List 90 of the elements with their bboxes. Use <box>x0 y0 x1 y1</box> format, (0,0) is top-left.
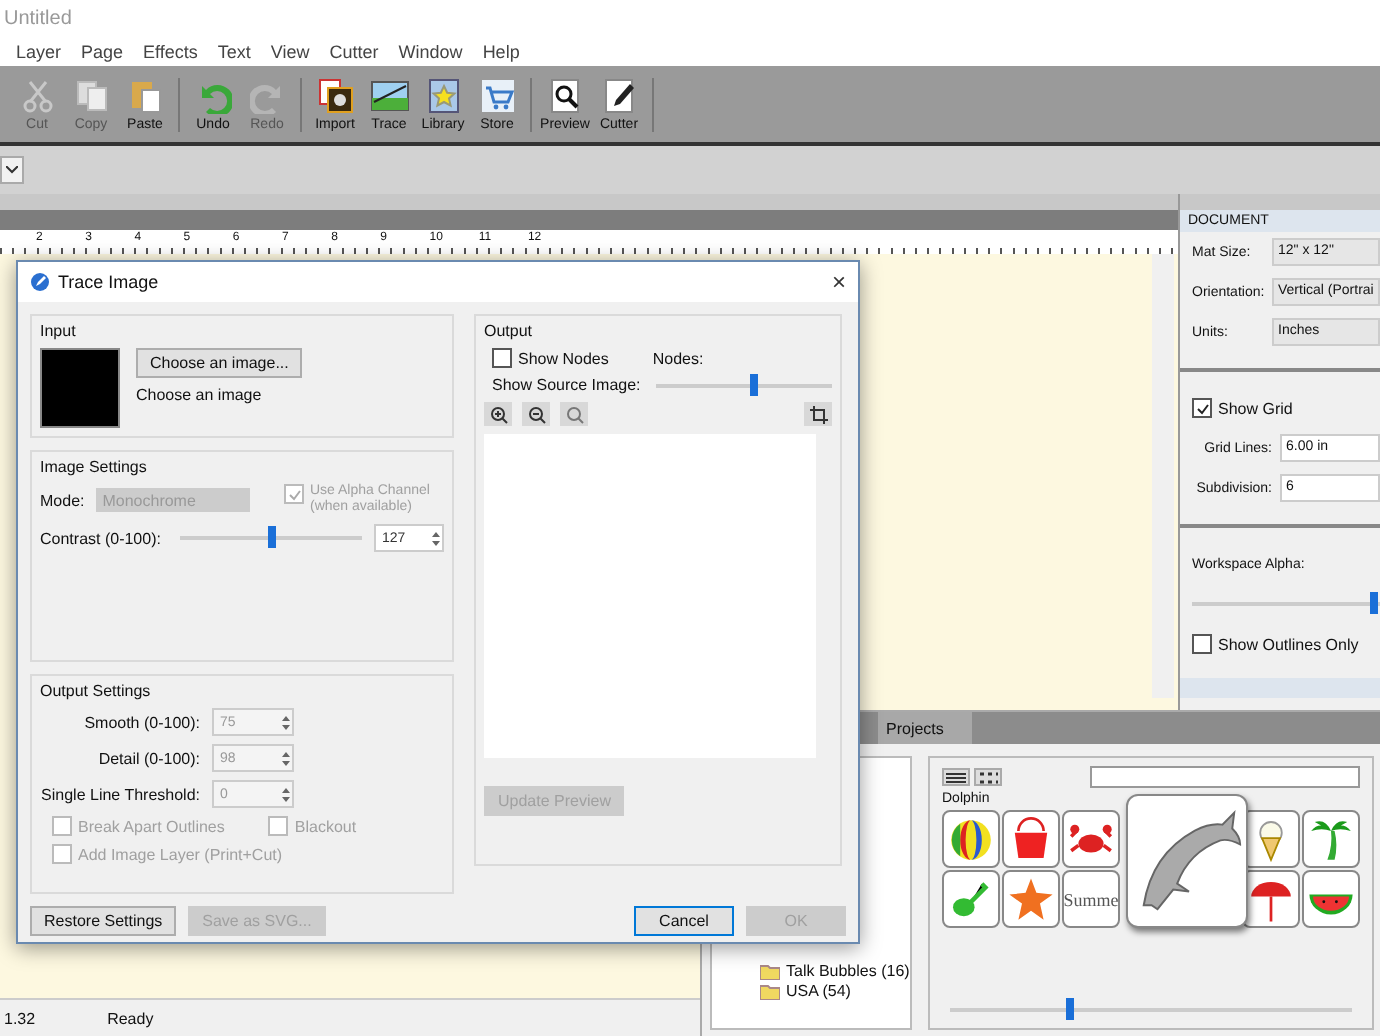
bucket-icon <box>1014 816 1048 857</box>
library-item[interactable] <box>1302 810 1360 868</box>
tab[interactable]: Projects <box>878 712 972 744</box>
slider-thumb[interactable] <box>1370 592 1379 614</box>
slider-thumb[interactable] <box>1066 998 1075 1020</box>
checkbox-label: Add Image Layer (Print+Cut) <box>78 845 283 863</box>
library-item[interactable] <box>1302 870 1360 928</box>
checkbox-label: Show Outlines Only <box>1218 635 1359 653</box>
image-preview <box>40 348 120 428</box>
checkbox[interactable] <box>1192 634 1212 654</box>
watermelon-icon <box>1309 893 1353 914</box>
library-item[interactable]: Summe <box>1062 870 1120 928</box>
library-item[interactable] <box>1062 810 1120 868</box>
paste-icon <box>127 77 163 113</box>
checkbox-label: Show Nodes <box>518 349 609 367</box>
import-icon <box>317 77 353 113</box>
spinner-arrows-icon[interactable] <box>280 713 292 731</box>
magnifier-page-icon <box>547 77 583 113</box>
zoom-in-icon[interactable] <box>484 402 512 426</box>
search-field[interactable] <box>1090 766 1360 788</box>
field-label: Smooth (0-100): <box>82 713 200 731</box>
crop-icon[interactable] <box>804 402 832 426</box>
dolphin-icon <box>1142 810 1242 910</box>
beach-ball-icon <box>951 819 991 859</box>
field-label: Nodes: <box>652 349 704 367</box>
status-text: 1.32 <box>4 1009 36 1027</box>
ice-cream-icon <box>1259 820 1283 862</box>
copy-icon <box>73 77 109 113</box>
field-label: Contrast (0-100): <box>40 529 163 547</box>
library-item[interactable] <box>1126 794 1248 928</box>
spinner-arrows-icon[interactable] <box>280 785 292 803</box>
tree-item[interactable]: Talk Bubbles (16) <box>786 962 910 980</box>
spinner-arrows-icon[interactable] <box>430 529 442 547</box>
star-book-icon <box>425 77 461 113</box>
dialog-button[interactable]: Cancel <box>634 905 734 935</box>
zoom-out-icon[interactable] <box>522 402 550 426</box>
library-item[interactable] <box>1242 810 1300 868</box>
grid-view-button[interactable] <box>974 768 1002 786</box>
scissors-icon <box>19 77 55 113</box>
palm-tree-icon <box>1311 820 1351 859</box>
tree-item[interactable]: USA (54) <box>786 982 851 1000</box>
spinner-arrows-icon[interactable] <box>280 749 292 767</box>
menu-item[interactable]: Help <box>482 41 520 61</box>
checkbox[interactable] <box>492 348 512 368</box>
zoom-fit-icon[interactable] <box>560 402 588 426</box>
checkbox-label: Break Apart Outlines <box>78 817 225 835</box>
crab-icon <box>1069 823 1113 852</box>
library-item[interactable] <box>942 810 1000 868</box>
window-title: Untitled <box>2 5 74 33</box>
field-label: Single Line Threshold: <box>40 785 200 803</box>
landscape-icon <box>369 77 409 113</box>
field-label: Show Source Image: <box>492 376 641 394</box>
menu-item[interactable]: Page <box>81 41 124 61</box>
menu-item[interactable]: Effects <box>143 41 198 61</box>
pen-page-icon <box>601 77 637 113</box>
menu-item[interactable]: Window <box>398 41 463 61</box>
menu-item[interactable]: View <box>270 41 310 61</box>
menu-item[interactable]: Text <box>217 41 251 61</box>
library-item[interactable] <box>1002 810 1060 868</box>
scrollbar[interactable] <box>1152 254 1174 698</box>
cart-icon <box>479 77 515 113</box>
menu-item[interactable]: Layer <box>16 41 62 61</box>
slider-thumb[interactable] <box>749 373 758 395</box>
field-label: Detail (0-100): <box>96 749 200 767</box>
dialog-button[interactable]: Restore Settings <box>30 905 177 935</box>
image-note: Choose an image <box>136 386 264 404</box>
starfish-icon <box>1009 877 1053 919</box>
library-item[interactable] <box>1002 870 1060 928</box>
group-title: Image Settings <box>40 458 149 476</box>
choose-image-button[interactable]: Choose an image... <box>136 348 303 378</box>
pencil-icon <box>30 272 50 292</box>
beach-umbrella-icon <box>1251 881 1291 921</box>
library-item[interactable] <box>1242 870 1300 928</box>
slider-thumb[interactable] <box>267 526 275 548</box>
checkbox-label: Blackout <box>294 817 357 835</box>
caret-icon <box>6 166 18 174</box>
status-text: Ready <box>107 1009 154 1027</box>
list-view-button[interactable] <box>942 768 970 786</box>
dialog-title: Trace Image <box>58 272 159 292</box>
checkbox-label: Show Grid <box>1218 399 1293 417</box>
checkbox[interactable] <box>1192 398 1212 418</box>
library-item[interactable] <box>942 870 1000 928</box>
group-title: Output Settings <box>40 682 153 700</box>
dropdown-button[interactable] <box>0 156 24 184</box>
group-title: Output <box>484 322 535 340</box>
shovel-icon <box>953 880 989 916</box>
menu-item[interactable]: Cutter <box>329 41 379 61</box>
field-label: Mode: <box>40 491 85 509</box>
close-button[interactable]: × <box>831 268 846 296</box>
group-title: Input <box>40 322 78 340</box>
